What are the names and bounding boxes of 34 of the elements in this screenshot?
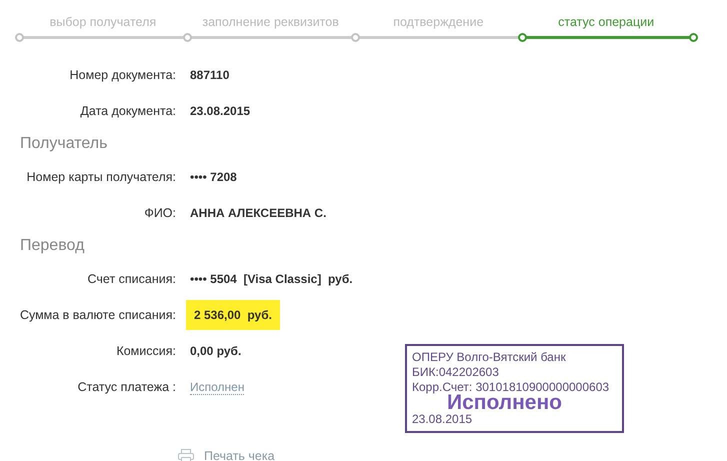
step-tab[interactable]: подтверждение xyxy=(354,14,522,30)
step-dot xyxy=(350,33,360,42)
section-title: Перевод xyxy=(19,236,86,256)
field-value: •••• 5504 [Visa Classic] руб. xyxy=(190,271,353,288)
field-label: Сумма в валюте списания: xyxy=(18,306,177,324)
step-dot xyxy=(15,33,24,42)
field-label: Номер документа: xyxy=(68,66,177,84)
section-title: Получатель xyxy=(19,134,108,154)
field-label: Счет списания: xyxy=(86,270,177,288)
field-label: ФИО: xyxy=(143,204,177,222)
stamp-text: ОПЕРУ Волго-Вятский банк xyxy=(412,350,567,365)
step-dot xyxy=(689,33,698,42)
field-value: •••• 7208 xyxy=(190,169,237,186)
status-link[interactable]: Исполнен xyxy=(190,380,244,394)
field-label: Номер карты получателя: xyxy=(26,168,177,186)
print-receipt-link[interactable]: Печать чека xyxy=(178,447,275,461)
field-value: 0,00 руб. xyxy=(190,343,242,360)
field-value: 887110 xyxy=(190,67,230,84)
step-dot xyxy=(518,33,528,42)
field-label: Комиссия: xyxy=(115,342,177,360)
step-dot xyxy=(182,33,192,42)
step-tab[interactable]: выбор получателя xyxy=(19,14,187,30)
step-tab[interactable]: заполнение реквизитов xyxy=(186,14,354,30)
field-value: АННА АЛЕКСЕЕВНА С. xyxy=(190,205,326,222)
field-label: Дата документа: xyxy=(79,102,177,120)
stamp-status: Исполнено xyxy=(447,394,562,412)
step-tab[interactable]: статус операции xyxy=(522,14,690,30)
stamp-text: Корр.Счет: 30101810900000000603 xyxy=(412,380,610,394)
field-label: Статус платежа : xyxy=(76,378,177,396)
stamp-date: 23.08.2015 xyxy=(412,412,474,427)
amount-value: 2 536,00 руб. xyxy=(186,300,280,330)
field-value: 23.08.2015 xyxy=(190,103,250,120)
stamp-text: БИК:042202603 xyxy=(412,365,500,380)
printer-icon xyxy=(178,449,194,461)
